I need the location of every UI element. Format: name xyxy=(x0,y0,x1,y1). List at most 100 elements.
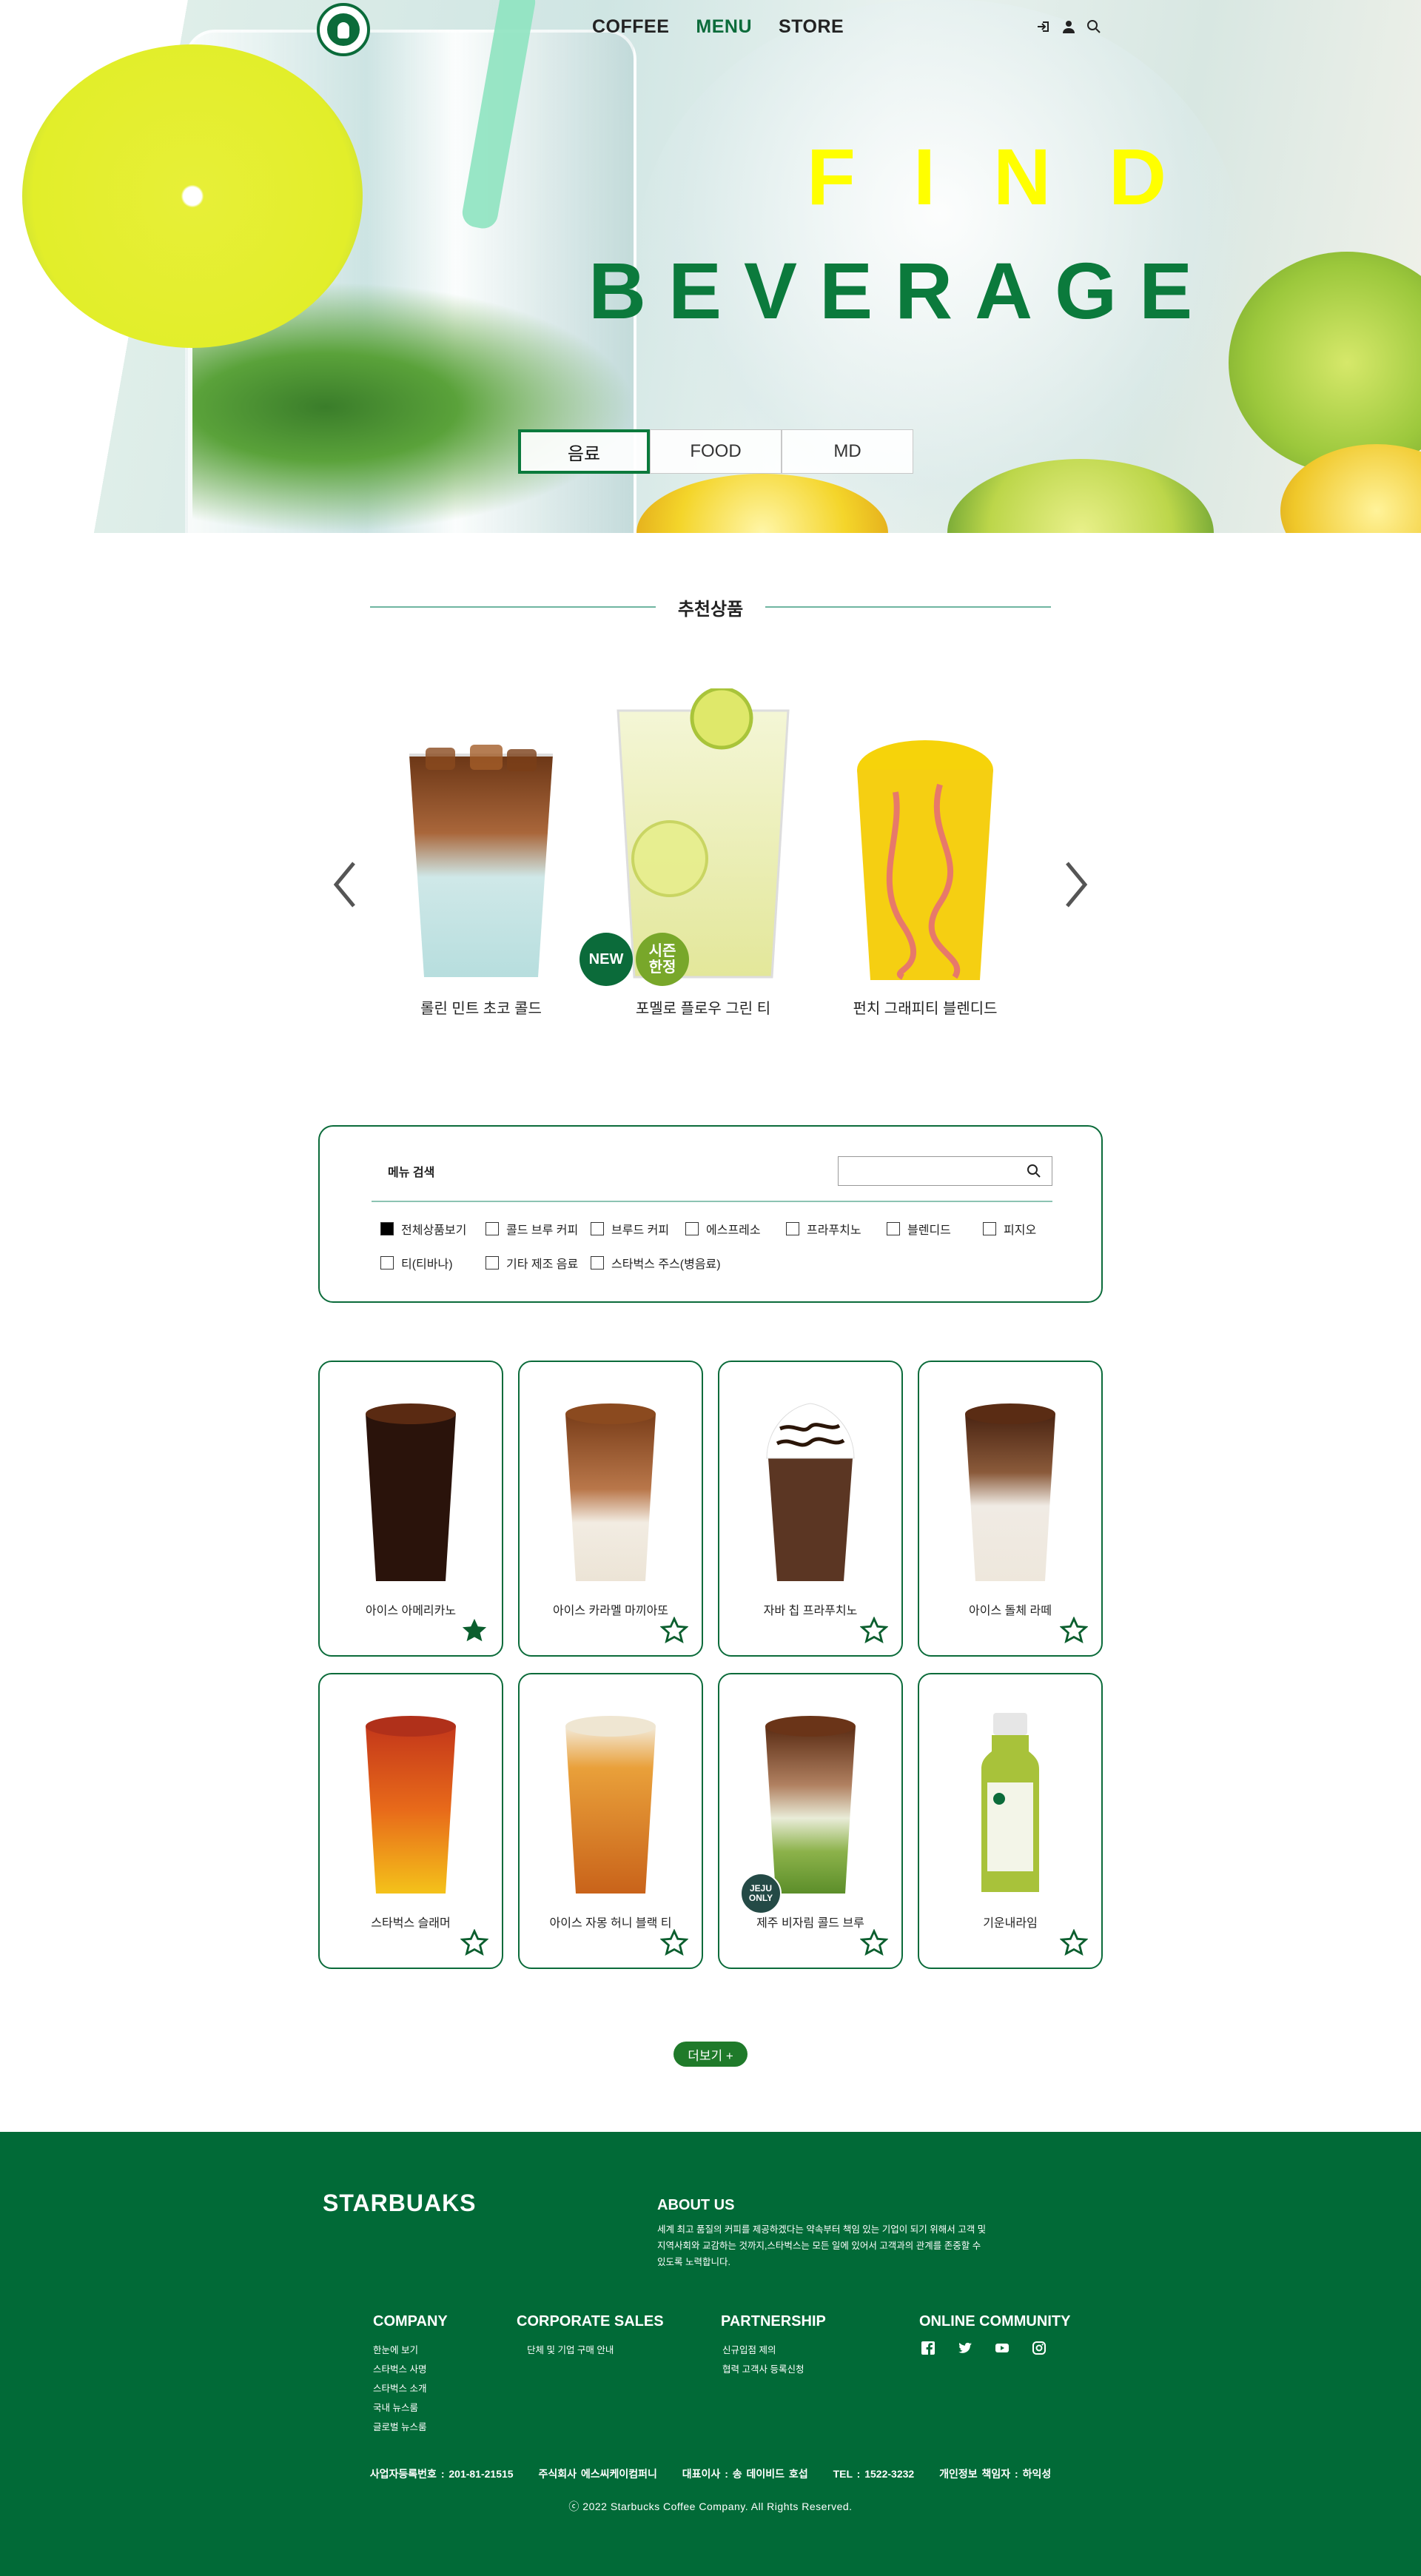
new-badge: NEW xyxy=(580,933,633,986)
next-arrow-icon[interactable] xyxy=(1061,859,1091,910)
product-card[interactable]: JEJU ONLY 제주 비자림 콜드 브루 xyxy=(718,1673,903,1969)
about-text: 세계 최고 품질의 커피를 제공하겠다는 약속부터 책임 있는 기업이 되기 위… xyxy=(657,2224,987,2267)
search-icon[interactable] xyxy=(1086,19,1101,34)
checkbox-all[interactable]: 전체상품보기 xyxy=(380,1220,466,1238)
drink-image xyxy=(851,740,999,985)
product-card[interactable]: 아이스 아메리카노 xyxy=(318,1361,503,1657)
footer-link[interactable]: 스타벅스 사명 xyxy=(373,2360,448,2379)
product-name: 제주 비자림 콜드 브루 xyxy=(756,1917,864,1930)
footer-link[interactable]: 국내 뉴스룸 xyxy=(373,2398,448,2418)
about-us: ABOUT US 세계 최고 품질의 커피를 제공하겠다는 약속부터 책임 있는… xyxy=(657,2197,990,2270)
footer-link[interactable]: 단체 및 기업 구매 안내 xyxy=(527,2341,664,2360)
footer-online-community: ONLINE COMMUNITY xyxy=(919,2313,1070,2355)
recommend-item-name: 포멜로 플로우 그린 티 xyxy=(635,1001,771,1017)
product-name: 아이스 아메리카노 xyxy=(365,1605,457,1617)
footer-col-title: PARTNERSHIP xyxy=(721,2313,826,2330)
footer: STARBUAKS ABOUT US 세계 최고 품질의 커피를 제공하겠다는 … xyxy=(0,2132,1421,2576)
drink-image xyxy=(962,1399,1058,1584)
tab-beverage[interactable]: 음료 xyxy=(518,429,650,474)
nav-store[interactable]: STORE xyxy=(779,16,844,38)
tab-food[interactable]: FOOD xyxy=(650,429,782,474)
season-limited-badge: 시즌 한정 xyxy=(636,933,689,986)
juice-bottle-image xyxy=(962,1711,1058,1896)
menu-search-panel: 메뉴 검색 전체상품보기 콜드 브루 커피 브루드 커피 에스프레소 프라푸치노… xyxy=(318,1125,1103,1303)
product-name: 자바 칩 프라푸치노 xyxy=(763,1605,858,1617)
instagram-icon[interactable] xyxy=(1032,2341,1047,2355)
product-name: 스타벅스 슬래머 xyxy=(371,1917,451,1930)
more-button[interactable]: 더보기 + xyxy=(673,2042,748,2067)
star-icon[interactable] xyxy=(460,1928,489,1957)
footer-company: COMPANY 한눈에 보기 스타벅스 사명 스타벅스 소개 국내 뉴스룸 글로… xyxy=(373,2313,448,2437)
star-icon[interactable] xyxy=(859,1928,889,1957)
prev-arrow-icon[interactable] xyxy=(330,859,360,910)
drink-image xyxy=(762,1399,859,1584)
business-number: 사업자등록번호 : 201-81-21515 xyxy=(369,2468,514,2480)
star-icon[interactable] xyxy=(1059,1928,1089,1957)
category-tabs: 음료 FOOD MD xyxy=(518,429,913,474)
drink-image xyxy=(562,1711,659,1896)
lime-image xyxy=(1229,252,1421,474)
tab-md[interactable]: MD xyxy=(782,429,913,474)
product-name: 아이스 카라멜 마끼아또 xyxy=(552,1605,669,1617)
nav-menu[interactable]: MENU xyxy=(696,16,752,38)
search-input[interactable] xyxy=(838,1156,1052,1186)
twitter-icon[interactable] xyxy=(958,2341,972,2355)
recommend-heading: 추천상품 xyxy=(370,592,1052,622)
checkbox-etc[interactable]: 기타 제조 음료 xyxy=(486,1254,578,1272)
recommend-item-name: 펀치 그래피티 블렌디드 xyxy=(853,1001,998,1017)
footer-link[interactable]: 신규입점 제의 xyxy=(722,2341,826,2360)
footer-link[interactable]: 협력 고객사 등록신청 xyxy=(722,2360,826,2379)
checkbox-frappuccino[interactable]: 프라푸치노 xyxy=(786,1220,861,1238)
hero-title-beverage: BEVERAGE xyxy=(588,246,1215,335)
product-card[interactable]: 아이스 카라멜 마끼아또 xyxy=(518,1361,703,1657)
drink-image xyxy=(363,1399,459,1584)
facebook-icon[interactable] xyxy=(921,2341,935,2355)
ceo-name: 대표이사 : 송 데이비드 호섭 xyxy=(682,2468,808,2480)
recommend-slider: 롤린 민트 초코 콜드 NEW 시즌 한정 포멜로 플로우 그린 티 펀치 그래… xyxy=(318,666,1103,1081)
hero-title-find: FIND xyxy=(807,132,1224,221)
footer-col-title: ONLINE COMMUNITY xyxy=(919,2313,1071,2330)
star-icon[interactable] xyxy=(659,1616,689,1645)
star-filled-icon[interactable] xyxy=(460,1617,488,1645)
main-nav: COFFEE MENU STORE xyxy=(592,16,844,38)
product-card[interactable]: 아이스 돌체 라떼 xyxy=(918,1361,1103,1657)
youtube-icon[interactable] xyxy=(995,2341,1010,2355)
footer-link[interactable]: 한눈에 보기 xyxy=(373,2341,448,2360)
product-card[interactable]: 아이스 자몽 허니 블랙 티 xyxy=(518,1673,703,1969)
product-name: 아이스 돌체 라떼 xyxy=(969,1605,1052,1617)
recommend-item[interactable]: 롤린 민트 초코 콜드 xyxy=(392,740,570,1018)
hero-banner: COFFEE MENU STORE FIND BEVERAGE 음료 FOOD … xyxy=(0,0,1421,533)
sign-in-icon[interactable] xyxy=(1036,19,1051,34)
about-title: ABOUT US xyxy=(657,2197,735,2213)
user-icon[interactable] xyxy=(1061,19,1076,34)
drink-image: NEW 시즌 한정 xyxy=(580,686,796,986)
search-icon[interactable] xyxy=(1027,1164,1041,1178)
checkbox-brewed[interactable]: 브루드 커피 xyxy=(591,1220,669,1238)
nav-coffee[interactable]: COFFEE xyxy=(592,16,669,38)
checkbox-blended[interactable]: 블렌디드 xyxy=(887,1220,951,1238)
company-info: 사업자등록번호 : 201-81-21515 주식회사 에스씨케이컴퍼니 대표이… xyxy=(0,2466,1421,2481)
footer-link[interactable]: 글로벌 뉴스룸 xyxy=(373,2418,448,2437)
recommend-item[interactable]: NEW 시즌 한정 포멜로 플로우 그린 티 xyxy=(580,686,807,1018)
star-icon[interactable] xyxy=(859,1616,889,1645)
drink-image xyxy=(762,1711,859,1896)
checkbox-cold-brew[interactable]: 콜드 브루 커피 xyxy=(486,1220,578,1238)
star-icon[interactable] xyxy=(659,1928,689,1957)
sns-links xyxy=(919,2341,1070,2355)
product-name: 기운내라임 xyxy=(983,1917,1038,1930)
footer-link[interactable]: 스타벅스 소개 xyxy=(373,2379,448,2398)
product-card[interactable]: 스타벅스 슬래머 xyxy=(318,1673,503,1969)
checkbox-espresso[interactable]: 에스프레소 xyxy=(685,1220,761,1238)
footer-col-title: CORPORATE SALES xyxy=(517,2313,664,2330)
product-card[interactable]: 자바 칩 프라푸치노 xyxy=(718,1361,903,1657)
product-card[interactable]: 기운내라임 xyxy=(918,1673,1103,1969)
star-icon[interactable] xyxy=(1059,1616,1089,1645)
company-name: 주식회사 에스씨케이컴퍼니 xyxy=(538,2468,657,2480)
recommend-item[interactable]: 펀치 그래피티 블렌디드 xyxy=(836,740,1014,1018)
checkbox-juice[interactable]: 스타벅스 주스(병음료) xyxy=(591,1254,721,1272)
checkbox-fizzio[interactable]: 피지오 xyxy=(983,1220,1036,1238)
footer-corporate-sales: CORPORATE SALES 단체 및 기업 구매 안내 xyxy=(517,2313,664,2360)
checkbox-teavana[interactable]: 티(티바나) xyxy=(380,1254,453,1272)
recommend-item-name: 롤린 민트 초코 콜드 xyxy=(420,1001,542,1017)
starbucks-logo[interactable] xyxy=(317,3,370,56)
